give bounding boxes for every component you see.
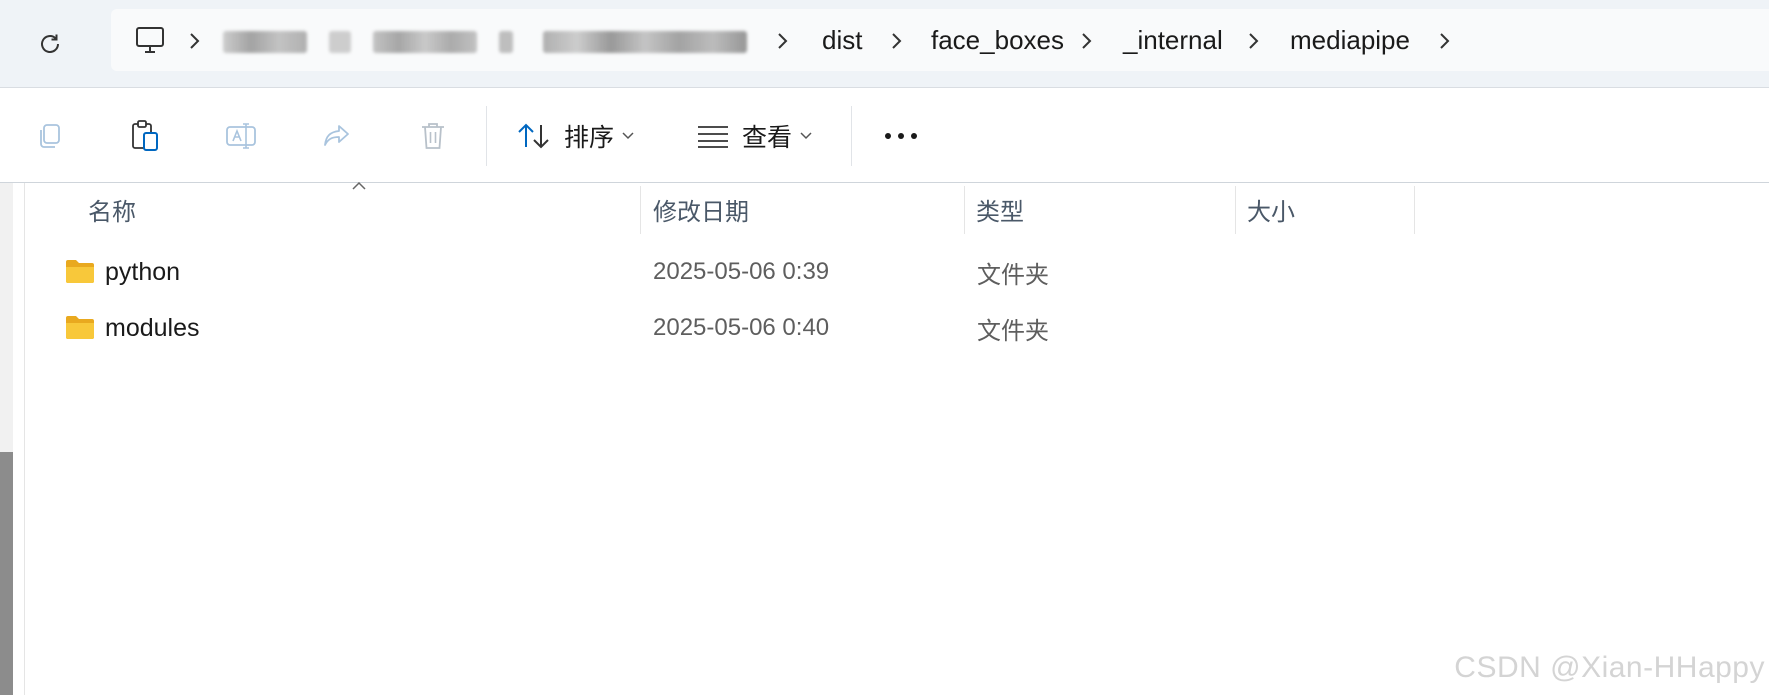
more-horizontal-icon xyxy=(885,133,917,139)
file-name[interactable]: modules xyxy=(105,300,200,356)
copy-icon xyxy=(40,124,60,148)
breadcrumb-dist[interactable]: dist xyxy=(822,9,862,71)
column-header-name[interactable]: 名称 xyxy=(78,183,638,235)
more-options-button[interactable] xyxy=(878,107,924,165)
chevron-right-icon[interactable] xyxy=(889,32,903,50)
redacted-path-segment xyxy=(223,31,307,53)
trash-icon xyxy=(422,123,444,149)
chevron-down-icon xyxy=(622,132,634,140)
sort-label: 排序 xyxy=(564,124,615,152)
paste-icon xyxy=(132,120,158,151)
delete-button[interactable] xyxy=(410,107,456,165)
view-button[interactable]: 查看 xyxy=(696,107,824,165)
column-header-modified[interactable]: 修改日期 xyxy=(643,183,963,235)
chevron-right-icon[interactable] xyxy=(1079,32,1093,50)
breadcrumb-internal[interactable]: _internal xyxy=(1123,9,1223,71)
file-row[interactable]: python 2025-05-06 0:39 文件夹 xyxy=(26,244,1769,300)
chevron-right-icon[interactable] xyxy=(187,32,201,50)
watermark: CSDN @Xian-HHappy xyxy=(1454,651,1765,684)
file-row[interactable]: modules 2025-05-06 0:40 文件夹 xyxy=(26,300,1769,356)
refresh-icon xyxy=(41,34,59,53)
sort-button[interactable]: 排序 xyxy=(516,107,644,165)
rename-icon xyxy=(226,123,256,149)
redacted-path-segment xyxy=(373,31,477,53)
rename-button[interactable] xyxy=(218,107,264,165)
chevron-down-icon xyxy=(800,132,812,140)
redacted-path-segment xyxy=(499,31,513,53)
column-header-size[interactable]: 大小 xyxy=(1237,183,1413,235)
folder-icon xyxy=(66,260,94,283)
breadcrumb-mediapipe[interactable]: mediapipe xyxy=(1290,9,1410,71)
column-divider[interactable] xyxy=(640,186,641,234)
column-divider[interactable] xyxy=(1414,186,1415,234)
file-modified-date: 2025-05-06 0:40 xyxy=(653,314,830,341)
this-pc-icon[interactable] xyxy=(133,23,167,57)
copy-button[interactable] xyxy=(26,107,72,165)
file-modified-date: 2025-05-06 0:39 xyxy=(653,258,830,285)
share-button[interactable] xyxy=(314,107,360,165)
chevron-right-icon[interactable] xyxy=(1437,32,1451,50)
column-divider[interactable] xyxy=(1235,186,1236,234)
chevron-right-icon[interactable] xyxy=(1246,32,1260,50)
share-icon xyxy=(324,125,349,146)
pane-divider xyxy=(24,183,25,695)
redacted-path-segment xyxy=(543,31,747,53)
scrollbar-thumb[interactable] xyxy=(0,452,13,695)
address-bar-area: dist face_boxes _internal mediapipe xyxy=(0,0,1769,88)
toolbar-separator xyxy=(486,106,487,166)
folder-icon xyxy=(66,316,94,339)
file-name[interactable]: python xyxy=(105,244,180,300)
address-box[interactable]: dist face_boxes _internal mediapipe xyxy=(111,9,1769,71)
breadcrumb-face-boxes[interactable]: face_boxes xyxy=(931,9,1064,71)
view-list-icon xyxy=(698,126,728,148)
toolbar-separator xyxy=(851,106,852,166)
redacted-path-segment xyxy=(329,31,351,53)
sort-icon xyxy=(518,123,549,149)
paste-button[interactable] xyxy=(122,107,168,165)
column-header-type[interactable]: 类型 xyxy=(966,183,1234,235)
file-type: 文件夹 xyxy=(977,317,1049,345)
refresh-button[interactable] xyxy=(30,24,70,64)
command-bar: 排序 查看 xyxy=(0,88,1769,183)
view-label: 查看 xyxy=(742,124,793,152)
chevron-right-icon[interactable] xyxy=(775,32,789,50)
file-type: 文件夹 xyxy=(977,261,1049,289)
column-divider[interactable] xyxy=(964,186,965,234)
